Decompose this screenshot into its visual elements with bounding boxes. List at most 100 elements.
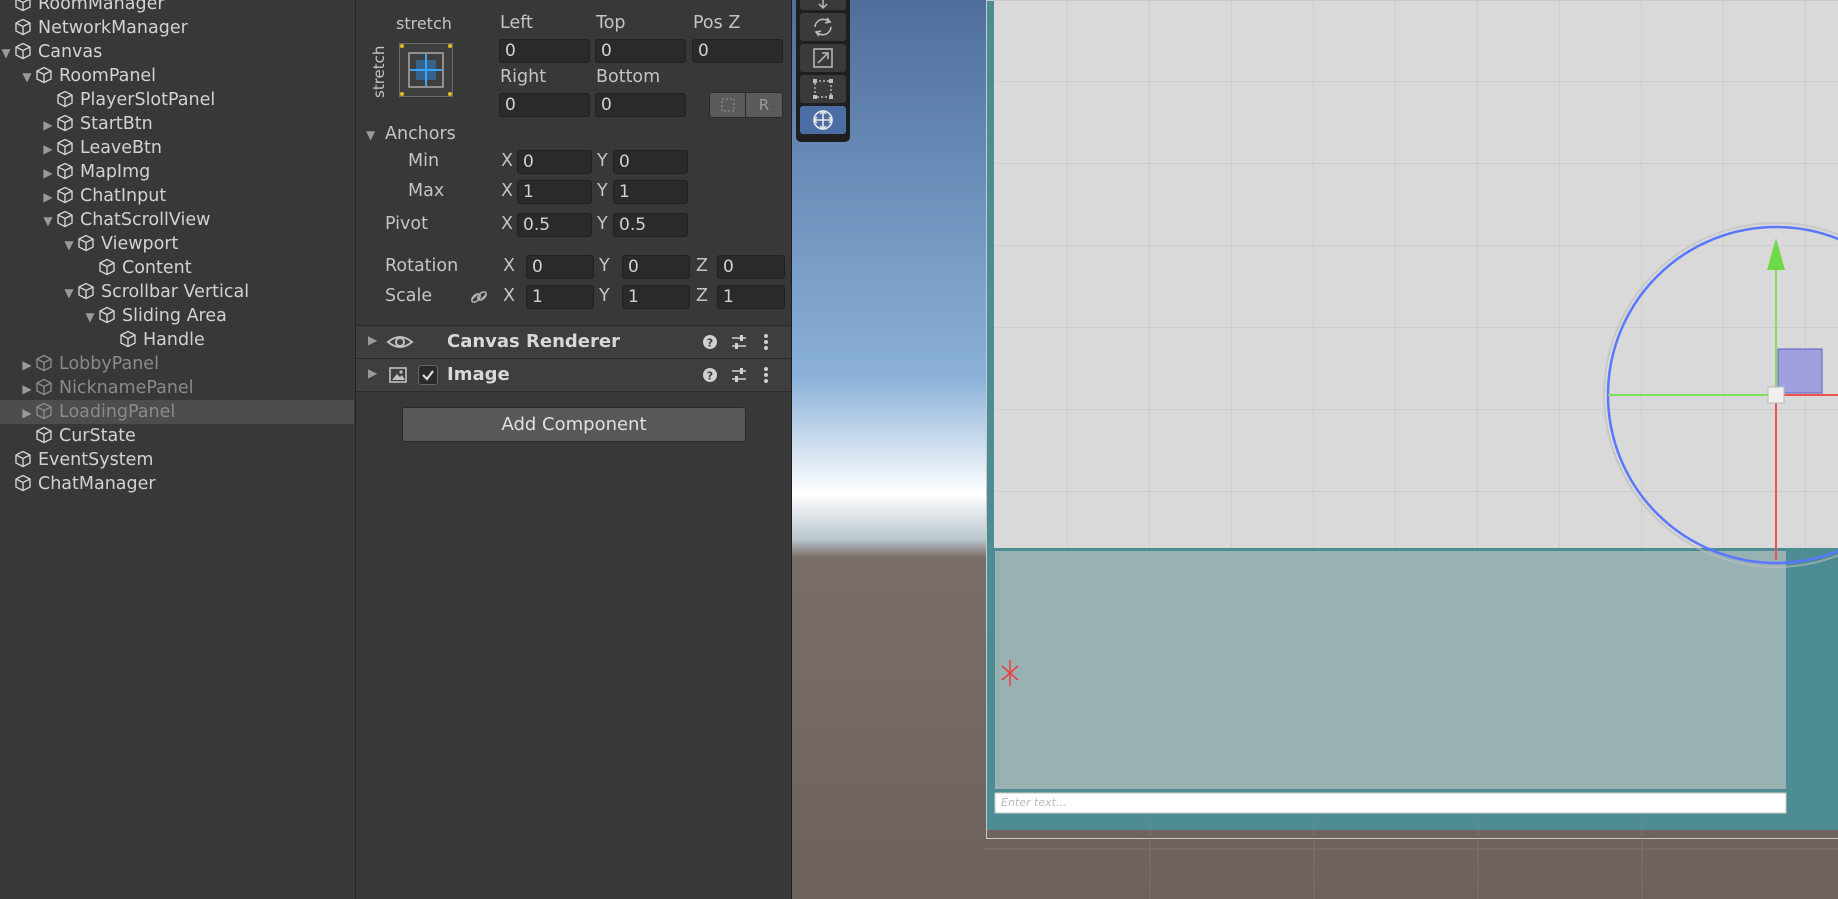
expand-closed-arrow-icon[interactable]: ▶	[40, 185, 56, 209]
hierarchy-item-content[interactable]: Content	[82, 256, 192, 280]
right-label: Right	[500, 67, 547, 87]
pivot-x-field[interactable]: 0.5	[517, 213, 592, 237]
rotation-y-field[interactable]: 0	[622, 255, 690, 279]
constrain-proportions-icon[interactable]	[468, 287, 490, 307]
hierarchy-item-chatmanager[interactable]: ChatManager	[0, 472, 156, 496]
hierarchy-item-label: Viewport	[101, 234, 179, 254]
left-label: Left	[500, 13, 533, 33]
hierarchy-item-roommanager[interactable]: RoomManager	[0, 0, 165, 16]
pivot-y-field[interactable]: 0.5	[613, 213, 688, 237]
move-arrow-icon	[818, 0, 828, 10]
add-component-button[interactable]: Add Component	[402, 407, 746, 442]
expand-closed-arrow-icon[interactable]: ▶	[19, 401, 35, 425]
help-icon[interactable]: ?	[702, 367, 718, 383]
hierarchy-item-curstate[interactable]: CurState	[19, 424, 136, 448]
expand-closed-arrow-icon[interactable]: ▶	[40, 113, 56, 137]
rect-tool-button[interactable]	[800, 75, 846, 103]
bottom-field[interactable]: 0	[595, 93, 686, 117]
hierarchy-item-label: CurState	[59, 426, 136, 446]
canvas-renderer-header[interactable]: ▶ Canvas Renderer ?	[356, 325, 791, 359]
hierarchy-item-nicknamepanel[interactable]: ▶ NicknamePanel	[19, 376, 193, 401]
scale-tool-button[interactable]	[800, 44, 846, 72]
expand-open-arrow-icon[interactable]: ▼	[61, 233, 77, 257]
hierarchy-item-chatinput[interactable]: ▶ ChatInput	[40, 184, 166, 208]
preset-sliders-icon[interactable]	[730, 333, 748, 351]
gameobject-cube-icon	[57, 162, 73, 180]
hierarchy-item-loadingpanel[interactable]: ▶ LoadingPanel	[19, 400, 175, 424]
expand-open-arrow-icon[interactable]: ▼	[40, 209, 56, 233]
expand-open-arrow-icon[interactable]: ▼	[61, 281, 77, 305]
gameobject-cube-icon	[15, 474, 31, 492]
hierarchy-item-handle[interactable]: Handle	[103, 328, 205, 352]
transform-tool-button[interactable]	[800, 106, 846, 134]
hierarchy-item-networkmanager[interactable]: NetworkManager	[0, 16, 188, 40]
hierarchy-item-leavebtn[interactable]: ▶ LeaveBtn	[40, 136, 162, 160]
chat-input-placeholder: Enter text...	[1001, 796, 1067, 809]
image-component-header[interactable]: ▶ Image ?	[356, 358, 791, 392]
expand-open-arrow-icon[interactable]: ▼	[82, 305, 98, 329]
hierarchy-item-chatscrollview[interactable]: ▼ ChatScrollView	[40, 208, 210, 232]
canvas-renderer-title: Canvas Renderer	[447, 331, 620, 352]
expand-closed-arrow-icon[interactable]: ▶	[40, 137, 56, 161]
blueprint-mode-button[interactable]	[709, 92, 747, 118]
max-x-field[interactable]: 1	[517, 180, 592, 204]
hierarchy-item-viewport[interactable]: ▼ Viewport	[61, 232, 178, 256]
hierarchy-item-sliding-area[interactable]: ▼ Sliding Area	[82, 304, 226, 329]
hierarchy-item-roompanel[interactable]: ▼ RoomPanel	[19, 64, 156, 88]
canvas-renderer-foldout-arrow[interactable]: ▶	[368, 333, 377, 347]
posz-field[interactable]: 0	[692, 39, 783, 63]
posz-label: Pos Z	[693, 13, 741, 33]
left-field[interactable]: 0	[499, 39, 590, 63]
move-tool-button[interactable]	[800, 0, 846, 10]
rotation-z-field[interactable]: 0	[717, 255, 785, 279]
rotation-x-field[interactable]: 0	[526, 255, 594, 279]
hierarchy-item-label: PlayerSlotPanel	[80, 90, 216, 110]
image-enabled-checkbox[interactable]	[418, 365, 438, 385]
min-y-field[interactable]: 0	[613, 150, 688, 174]
hierarchy-item-label: LeaveBtn	[80, 138, 163, 158]
anchors-header[interactable]: Anchors	[385, 124, 456, 144]
hierarchy-item-label: Content	[122, 258, 192, 278]
expand-closed-arrow-icon[interactable]: ▶	[40, 161, 56, 185]
tool-palette	[796, 0, 850, 142]
rotate-tool-button[interactable]	[800, 13, 846, 41]
scale-y-field[interactable]: 1	[622, 285, 690, 309]
help-icon[interactable]: ?	[702, 334, 718, 350]
expand-closed-arrow-icon[interactable]: ▶	[19, 377, 35, 401]
expand-open-arrow-icon[interactable]: ▼	[19, 65, 35, 89]
anchor-preset-top-label: stretch	[396, 14, 452, 33]
min-x-field[interactable]: 0	[517, 150, 592, 174]
anchor-preset-button[interactable]	[399, 43, 453, 97]
scene-view[interactable]: Enter text...	[792, 0, 1838, 899]
hierarchy-item-lobbypanel[interactable]: ▶ LobbyPanel	[19, 352, 159, 376]
gameobject-cube-icon	[36, 426, 52, 444]
kebab-menu-icon[interactable]	[762, 333, 770, 351]
scene-canvas[interactable]	[792, 0, 1838, 899]
hierarchy-item-label: ChatScrollView	[80, 210, 211, 230]
svg-text:?: ?	[707, 337, 713, 350]
expand-closed-arrow-icon[interactable]: ▶	[19, 353, 35, 377]
kebab-menu-icon[interactable]	[762, 366, 770, 384]
anchors-foldout-arrow[interactable]: ▼	[366, 128, 375, 142]
expand-open-arrow-icon[interactable]: ▼	[0, 41, 14, 65]
hierarchy-item-eventsystem[interactable]: EventSystem	[0, 448, 153, 472]
hierarchy-item-canvas[interactable]: ▼ Canvas	[0, 40, 102, 64]
hierarchy-item-startbtn[interactable]: ▶ StartBtn	[40, 112, 152, 137]
max-y-field[interactable]: 1	[613, 180, 688, 204]
top-field[interactable]: 0	[595, 39, 686, 63]
hierarchy-item-label: LoadingPanel	[59, 402, 176, 422]
hierarchy-panel: RoomManager NetworkManager ▼ Canvas ▼ RoomPan…	[0, 0, 354, 899]
raw-edit-button[interactable]: R	[745, 92, 783, 118]
image-foldout-arrow[interactable]: ▶	[368, 366, 377, 380]
hierarchy-item-mapimg[interactable]: ▶ MapImg	[40, 160, 150, 184]
gameobject-cube-icon	[57, 114, 73, 132]
pivot-x-label: X	[501, 214, 513, 234]
hierarchy-item-playerslotpanel[interactable]: PlayerSlotPanel	[40, 88, 215, 112]
hierarchy-item-scrollbar-vertical[interactable]: ▼ Scrollbar Vertical	[61, 280, 249, 304]
scale-x-field[interactable]: 1	[526, 285, 594, 309]
preset-sliders-icon[interactable]	[730, 366, 748, 384]
transform-all-icon	[813, 110, 833, 130]
right-field[interactable]: 0	[499, 93, 590, 117]
scale-z-field[interactable]: 1	[717, 285, 785, 309]
hierarchy-item-label: ChatManager	[38, 474, 156, 494]
